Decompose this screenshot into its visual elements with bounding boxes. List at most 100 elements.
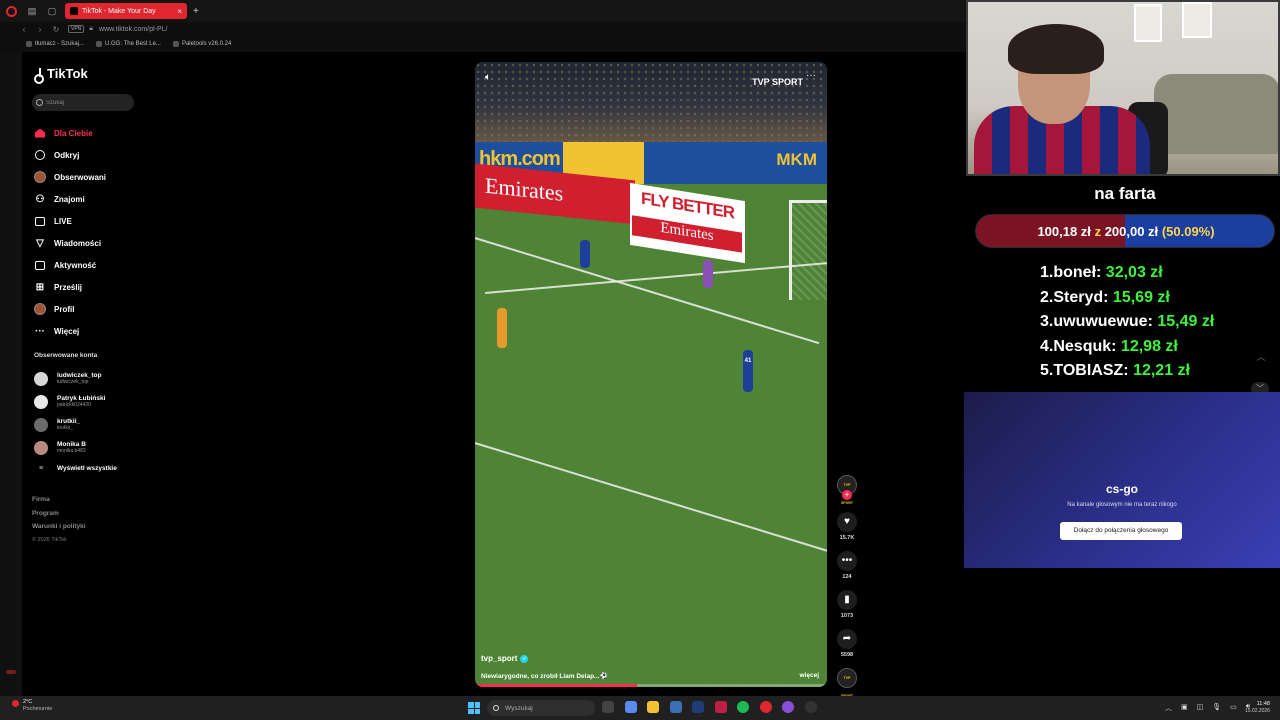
donor-row: 5.TOBIASZ: 12,21 zł <box>1040 362 1190 379</box>
tab-list-icon[interactable]: ▢ <box>45 4 59 18</box>
caption-more-button[interactable]: więcej <box>799 672 819 679</box>
followed-account[interactable]: ludwiczek_top ludwiczek_top <box>34 367 164 390</box>
nav-item-profile[interactable]: Profil <box>34 298 164 320</box>
tray-app-icon[interactable]: ▣ <box>1181 703 1188 713</box>
followed-account[interactable]: Monika Bmonika.b483 <box>34 436 164 459</box>
file-explorer-icon[interactable] <box>647 701 659 713</box>
spotify-icon[interactable] <box>737 701 749 713</box>
tiktok-logo[interactable]: TikTok <box>34 66 88 84</box>
windows-start-icon[interactable] <box>468 702 480 714</box>
calculator-icon[interactable] <box>669 701 682 713</box>
microphone-icon[interactable]: 🎙︎ <box>1212 703 1221 713</box>
show-all-button[interactable]: ≡ Wyświetl wszystkie <box>34 459 164 477</box>
messages-icon: ▽ <box>36 237 44 249</box>
heart-icon: ♥ <box>837 512 857 532</box>
bookmarks-bar: tłumacz - Szukaj... U.GG: The Best Le...… <box>0 36 966 52</box>
footer-link[interactable]: Warunki i polityki <box>32 523 86 537</box>
app-icon[interactable] <box>692 701 704 713</box>
tray-app-icon[interactable]: ◫ <box>1197 703 1204 713</box>
video-player[interactable]: hkm.com MKM Emirates FLY BETTER Emirates… <box>475 62 827 687</box>
sidebar-indicator <box>6 670 16 674</box>
tab-tiktok[interactable]: TikTok - Make Your Day × <box>65 3 187 19</box>
nav-item-live[interactable]: LIVE <box>34 210 164 232</box>
copilot-icon[interactable] <box>624 701 637 713</box>
nav-item-friends[interactable]: ⚇ Znajomi <box>34 188 164 210</box>
previous-video-icon[interactable]: ︿ <box>1253 350 1269 366</box>
nav-item-for-you[interactable]: Dla Ciebie <box>34 122 164 144</box>
goal-text: 100,18 zł z 200,00 zł (50.09%) <box>1037 224 1215 239</box>
task-view-icon[interactable] <box>602 701 614 713</box>
main-nav: Dla Ciebie Odkryj Obserwowani ⚇ Znajomi L… <box>34 122 164 342</box>
windows-taskbar: 2°C Pochmurnie ︿ ▣ ◫ 🎙︎ ▭ 🔊︎ <box>0 696 1280 720</box>
nav-item-more[interactable]: ··· Więcej <box>34 320 164 342</box>
bookmark-item[interactable]: tłumacz - Szukaj... <box>26 41 84 47</box>
bookmark-item[interactable]: U.GG: The Best Le... <box>96 41 161 47</box>
video-progress-bar[interactable] <box>475 684 827 687</box>
taskbar-search[interactable] <box>487 700 595 716</box>
search-icon <box>36 99 43 106</box>
streamer-hair <box>1008 24 1104 74</box>
bookmark-item[interactable]: Paletools v26.0.24 <box>172 41 231 47</box>
fly-better-board: FLY BETTER Emirates <box>630 182 745 264</box>
search-input[interactable] <box>46 99 126 106</box>
search-icon <box>493 705 499 711</box>
nav-item-upload[interactable]: ⊞ Prześlij <box>34 276 164 298</box>
url-field[interactable]: www.tiktok.com/pl-PL/ <box>99 26 167 33</box>
weather-widget[interactable]: 2°C Pochmurnie <box>12 699 52 713</box>
more-icon: ··· <box>35 325 45 337</box>
new-tab-icon[interactable]: + <box>193 6 199 17</box>
browser-tabbar: ▤ ▢ TikTok - Make Your Day × + <box>0 0 966 22</box>
follow-plus-icon[interactable]: + <box>842 490 852 500</box>
nav-item-following[interactable]: Obserwowani <box>34 166 164 188</box>
footer-link[interactable]: Firma <box>32 496 86 510</box>
forward-icon[interactable]: › <box>34 25 46 34</box>
more-options-icon[interactable]: ··· <box>806 70 816 81</box>
video-author[interactable]: tvp_sport ✓ <box>481 654 529 663</box>
sofa <box>1154 74 1278 154</box>
messenger-icon[interactable] <box>782 701 794 713</box>
save-button[interactable]: ▮ 1073 <box>832 590 862 619</box>
back-icon[interactable]: ‹ <box>18 25 30 34</box>
tray-overflow-icon[interactable]: ︿ <box>1165 703 1172 713</box>
share-count: 5598 <box>840 652 854 658</box>
video-watermark: TVP SPORT <box>752 77 803 87</box>
tiktok-sidebar: TikTok Dla Ciebie Odkryj Obserwowani ⚇Zn… <box>22 52 172 696</box>
join-voice-button[interactable]: Dołącz do połączenia głosowego <box>1060 522 1182 540</box>
obs-icon[interactable] <box>804 701 817 713</box>
taskbar-apps <box>602 701 827 713</box>
reload-icon[interactable]: ↻ <box>50 25 62 34</box>
goal-net <box>789 200 827 300</box>
home-icon <box>34 127 46 139</box>
nav-item-explore[interactable]: Odkryj <box>34 144 164 166</box>
followed-account[interactable]: krutkii_ krutkii_ <box>34 413 164 436</box>
share-button[interactable]: ➦ 5598 <box>832 629 862 658</box>
comment-button[interactable]: ••• 124 <box>832 551 862 580</box>
search-box[interactable] <box>32 94 134 111</box>
lock-icon[interactable]: 🔒︎ <box>89 25 93 33</box>
player <box>580 240 590 268</box>
avatar <box>34 417 48 432</box>
goalkeeper <box>703 260 713 288</box>
media-icon[interactable] <box>714 701 727 713</box>
close-tab-icon[interactable]: × <box>177 7 182 16</box>
nav-item-activity[interactable]: Aktywność <box>34 254 164 276</box>
taskbar-search-input[interactable] <box>505 704 585 712</box>
goal-title: na farta <box>1094 184 1156 203</box>
opera-logo-icon[interactable] <box>0 0 22 22</box>
vpn-badge[interactable]: VPN <box>68 25 85 33</box>
sound-disc[interactable]: TVP SPORT <box>837 668 857 698</box>
copyright: © 2026 TikTok <box>32 536 67 543</box>
footer-link[interactable]: Program <box>32 510 86 524</box>
opera-icon[interactable] <box>759 701 772 713</box>
workspace-icon[interactable]: ▤ <box>25 4 39 18</box>
tiktok-favicon-icon <box>70 7 78 15</box>
followed-account[interactable]: Patryk Łubiński patrickk024420 <box>34 390 164 413</box>
nav-item-messages[interactable]: ▽ Wiadomości <box>34 232 164 254</box>
browser-sidebar <box>0 52 22 696</box>
list-icon: ≡ <box>38 464 44 472</box>
like-button[interactable]: ♥ 15.7K <box>832 512 862 541</box>
comment-icon: ••• <box>837 551 857 571</box>
taskbar-clock[interactable]: 11:48 15.02.2026 <box>1236 700 1270 715</box>
wall-picture <box>1134 4 1162 42</box>
volume-icon[interactable]: 🔈︎ <box>485 72 491 83</box>
